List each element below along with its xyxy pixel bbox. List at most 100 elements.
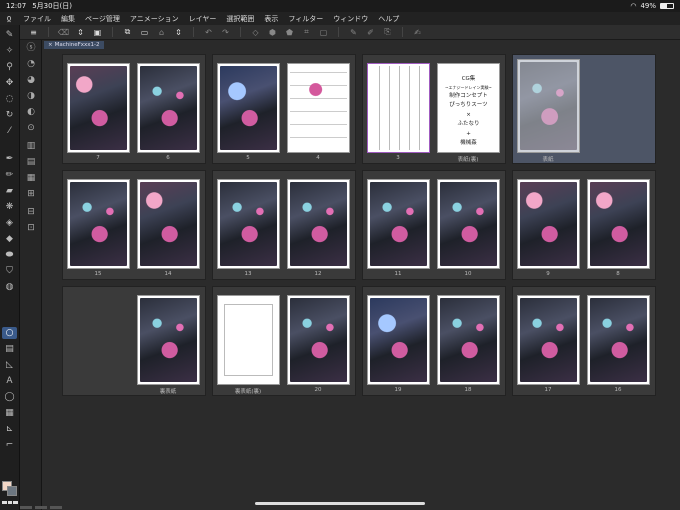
- spread-3-cover-back[interactable]: CG集 ~エナジードレイン実験~ 制作コンセプト ぴっちりスーツ × ふたなり …: [362, 54, 506, 164]
- ruler-icon[interactable]: ⊾: [2, 423, 17, 435]
- page-thumbnail-10[interactable]: [437, 179, 500, 269]
- eyedropper-icon[interactable]: ⁄: [2, 125, 17, 137]
- page-thumbnail-15[interactable]: [67, 179, 130, 269]
- edit-icon[interactable]: ✍: [410, 27, 425, 38]
- spread-9-8[interactable]: 9 8: [512, 170, 656, 280]
- clip-layer-icon[interactable]: ⎘: [380, 27, 395, 38]
- tool-property-icon[interactable]: ⊡: [24, 222, 38, 234]
- gradient-fill-icon[interactable]: ◍: [2, 281, 17, 293]
- navigation-icon[interactable]: ⓢ: [24, 40, 38, 53]
- page-thumbnail-3[interactable]: [367, 63, 430, 153]
- page-thumbnail-17[interactable]: [517, 295, 580, 385]
- page-thumbnail-9[interactable]: [517, 179, 580, 269]
- material-icon[interactable]: ▥: [24, 140, 38, 152]
- color-set-icon[interactable]: ◐: [24, 106, 38, 118]
- page-thumbnail-13[interactable]: [217, 179, 280, 269]
- rotate-icon[interactable]: ↻: [2, 109, 17, 121]
- gradient-icon[interactable]: ▤: [2, 343, 17, 355]
- tab-close-icon[interactable]: ×: [48, 42, 53, 48]
- page-thumbnail-20[interactable]: [287, 295, 350, 385]
- page-thumbnail-back-inner-rev[interactable]: [217, 295, 280, 385]
- marker-icon[interactable]: ▰: [2, 185, 17, 197]
- undo-icon[interactable]: ↶: [201, 27, 216, 38]
- timeline-icon[interactable]: ⊟: [24, 206, 38, 218]
- page-thumbnail-18[interactable]: [437, 295, 500, 385]
- fill-bucket-icon[interactable]: ⛉: [2, 265, 17, 277]
- page-thumbnail-16[interactable]: [587, 295, 650, 385]
- page-thumbnail-19[interactable]: [367, 295, 430, 385]
- eraser-selection-icon[interactable]: ✐: [363, 27, 378, 38]
- lasso-icon[interactable]: ◌: [2, 93, 17, 105]
- background-color-swatch[interactable]: [7, 486, 17, 496]
- layer-property-icon[interactable]: ⊙: [24, 122, 38, 134]
- spread-11-10[interactable]: 11 10: [362, 170, 506, 280]
- page-thumbnail-4[interactable]: [287, 63, 350, 153]
- crop-icon[interactable]: ⌗: [299, 27, 314, 38]
- page-thumbnail-back-inner[interactable]: [137, 295, 200, 385]
- blend-icon[interactable]: ⬬: [2, 249, 17, 261]
- page-thumbnail-cover[interactable]: [517, 59, 580, 153]
- redo-icon[interactable]: ↷: [218, 27, 233, 38]
- text-tool-icon[interactable]: A: [2, 375, 17, 387]
- menu-animation[interactable]: アニメーション: [125, 14, 184, 24]
- history-icon[interactable]: ▦: [24, 172, 38, 184]
- page-thumbnail-8[interactable]: [587, 179, 650, 269]
- menu-view[interactable]: 表示: [259, 14, 283, 24]
- export-icon[interactable]: ▣: [90, 27, 105, 38]
- spread-back-inner-rev-20[interactable]: 裏表紙(裏) 20: [212, 286, 356, 396]
- transform-icon[interactable]: ⬟: [282, 27, 297, 38]
- page-thumbnail-6[interactable]: [137, 63, 200, 153]
- page-thumbnail-5[interactable]: [217, 63, 280, 153]
- spread-13-12[interactable]: 13 12: [212, 170, 356, 280]
- fill-icon[interactable]: ⬢: [265, 27, 280, 38]
- ellipse-tool-icon[interactable]: ○: [2, 327, 17, 339]
- auto-action-icon[interactable]: ⊞: [24, 188, 38, 200]
- color-wheel-icon[interactable]: ◑: [24, 90, 38, 102]
- sub-tool-icon[interactable]: ◔: [24, 58, 38, 70]
- move-icon[interactable]: ✥: [2, 77, 17, 89]
- figure-icon[interactable]: ◺: [2, 359, 17, 371]
- spread-cover[interactable]: 表紙: [512, 54, 656, 164]
- layer-icon[interactable]: ▤: [24, 156, 38, 168]
- menu-window[interactable]: ウィンドウ: [328, 14, 373, 24]
- page-thumbnail-11[interactable]: [367, 179, 430, 269]
- tab-document[interactable]: × MachineFxxx1-2: [44, 41, 104, 49]
- menu-filter[interactable]: フィルター: [283, 14, 328, 24]
- color-mode-bar[interactable]: [2, 501, 19, 504]
- spread-back-inner[interactable]: 裏表紙: [62, 286, 206, 396]
- page-thumbnail-14[interactable]: [137, 179, 200, 269]
- spread-15-14[interactable]: 15 14: [62, 170, 206, 280]
- eraser-icon[interactable]: ◆: [2, 233, 17, 245]
- save-icon[interactable]: ⌂: [154, 27, 169, 38]
- pen-pressure-icon[interactable]: ✎: [2, 29, 17, 41]
- clear-icon[interactable]: ◇: [248, 27, 263, 38]
- selection-pen-icon[interactable]: ✎: [346, 27, 361, 38]
- hamburger-menu-icon[interactable]: ≡: [26, 27, 41, 38]
- copy-icon[interactable]: ⧉: [120, 27, 135, 38]
- page-thumbnail-7[interactable]: [67, 63, 130, 153]
- app-logo-icon[interactable]: ჲ: [0, 14, 18, 24]
- menu-layer[interactable]: レイヤー: [184, 14, 222, 24]
- spread-5-4[interactable]: 5 4: [212, 54, 356, 164]
- spread-7-6[interactable]: 7 6: [62, 54, 206, 164]
- sub-tool-detail-icon[interactable]: ◕: [24, 74, 38, 86]
- frame-border-icon[interactable]: ▦: [2, 407, 17, 419]
- home-indicator[interactable]: [255, 502, 425, 505]
- spread-17-16[interactable]: 17 16: [512, 286, 656, 396]
- new-file-icon[interactable]: ⌫: [56, 27, 71, 38]
- pen-icon[interactable]: ✒: [2, 153, 17, 165]
- page-thumbnail-12[interactable]: [287, 179, 350, 269]
- menu-selection[interactable]: 選択範囲: [221, 14, 259, 24]
- deselect-icon[interactable]: ▢: [316, 27, 331, 38]
- open-folder-icon[interactable]: ▭: [137, 27, 152, 38]
- zoom-icon[interactable]: ⚲: [2, 61, 17, 73]
- airbrush-icon[interactable]: ❋: [2, 201, 17, 213]
- stepper-icon[interactable]: ⇕: [73, 27, 88, 38]
- stepper-icon[interactable]: ⇕: [171, 27, 186, 38]
- balloon-icon[interactable]: ◯: [2, 391, 17, 403]
- page-thumbnail-cover-back[interactable]: CG集 ~エナジードレイン実験~ 制作コンセプト ぴっちりスーツ × ふたなり …: [437, 63, 500, 153]
- menu-edit[interactable]: 編集: [56, 14, 80, 24]
- decoration-icon[interactable]: ◈: [2, 217, 17, 229]
- brush-icon[interactable]: ✏: [2, 169, 17, 181]
- spread-19-18[interactable]: 19 18: [362, 286, 506, 396]
